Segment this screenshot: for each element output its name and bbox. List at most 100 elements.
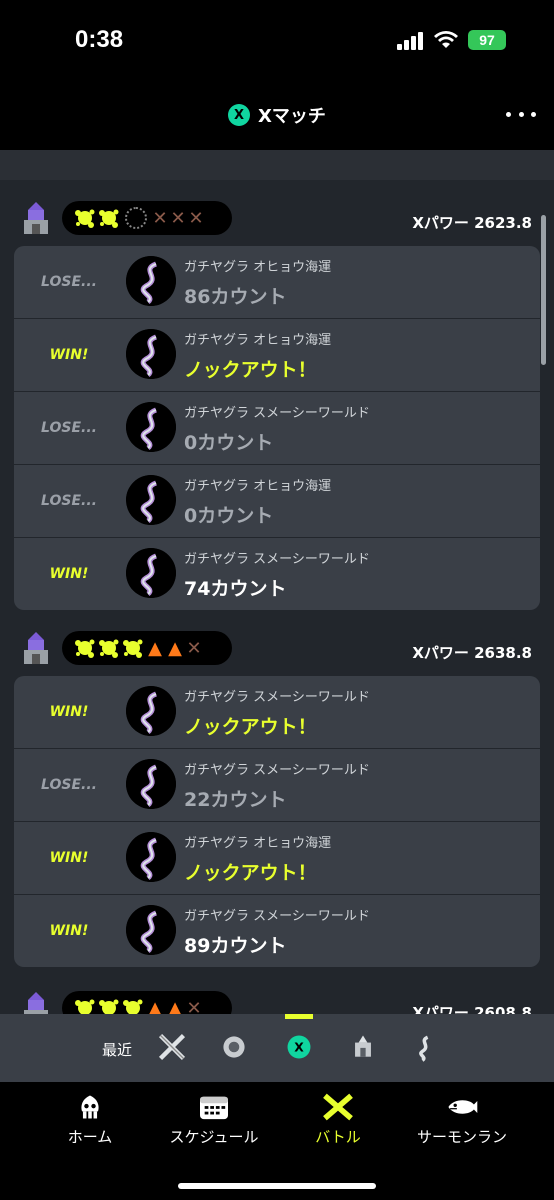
- win-splat-icon: [99, 639, 119, 658]
- match-score: ノックアウト！: [184, 716, 317, 738]
- match-score: 0カウント: [184, 432, 274, 454]
- filter-league-icon[interactable]: [346, 1030, 380, 1064]
- scrollbar[interactable]: [541, 215, 546, 365]
- match-score: 89カウント: [184, 935, 287, 957]
- match-group: ▲ ▲ ✕ Xパワー 2608.8: [0, 988, 554, 1014]
- match-result: WIN!: [49, 704, 89, 720]
- tower-control-icon: [126, 905, 176, 955]
- loss-cross-icon: ✕: [170, 207, 186, 229]
- empty-slot-icon: [125, 207, 147, 229]
- up-arrow-icon: ▲: [148, 637, 162, 659]
- stage-name: ガチヤグラ スメーシーワールド: [184, 909, 370, 924]
- filter-selected-indicator: [285, 1014, 313, 1019]
- tab-schedule-label: スケジュール: [169, 1128, 259, 1146]
- match-group: ✕ ✕ ✕ Xパワー 2623.8 LOSE... ガチヤグラ オヒョウ海運 8…: [0, 198, 554, 610]
- stage-name: ガチヤグラ オヒョウ海運: [184, 836, 332, 851]
- more-options-button[interactable]: [506, 102, 536, 126]
- win-splat-icon: [99, 999, 119, 1014]
- match-row[interactable]: LOSE... ガチヤグラ スメーシーワールド 22カウント: [14, 749, 540, 822]
- match-row[interactable]: LOSE... ガチヤグラ オヒョウ海運 0カウント: [14, 465, 540, 538]
- challenge-progress: ▲ ▲ ✕: [62, 631, 232, 665]
- match-row[interactable]: WIN! ガチヤグラ スメーシーワールド ノックアウト！: [14, 676, 540, 749]
- match-result: WIN!: [49, 923, 89, 939]
- challenge-progress: ▲ ▲ ✕: [62, 991, 232, 1014]
- match-result: WIN!: [49, 347, 89, 363]
- status-time: 0:38: [75, 26, 124, 53]
- filter-xmatch-icon[interactable]: X: [282, 1030, 316, 1064]
- rank-tower-icon: [24, 632, 48, 664]
- match-result: LOSE...: [41, 777, 97, 793]
- tab-battle[interactable]: バトル: [278, 1092, 398, 1152]
- loss-cross-icon: ✕: [186, 997, 202, 1015]
- stage-name: ガチヤグラ オヒョウ海運: [184, 333, 332, 348]
- stage-name: ガチヤグラ スメーシーワールド: [184, 763, 370, 778]
- tower-control-icon: [126, 256, 176, 306]
- tower-control-icon: [126, 329, 176, 379]
- tab-schedule[interactable]: スケジュール: [154, 1092, 274, 1152]
- home-indicator: [178, 1183, 376, 1189]
- match-group-header: ✕ ✕ ✕ Xパワー 2623.8: [0, 198, 554, 242]
- filter-all-battles-icon[interactable]: [155, 1030, 189, 1064]
- match-row[interactable]: LOSE... ガチヤグラ オヒョウ海運 86カウント: [14, 246, 540, 319]
- win-splat-icon: [75, 209, 95, 228]
- filter-label: 最近: [102, 1041, 133, 1059]
- tower-control-icon: [126, 402, 176, 452]
- match-row[interactable]: WIN! ガチヤグラ スメーシーワールド 89カウント: [14, 895, 540, 967]
- xpower-value: Xパワー 2638.8: [412, 644, 532, 662]
- svg-text:X: X: [294, 1040, 304, 1054]
- match-list: WIN! ガチヤグラ スメーシーワールド ノックアウト！ LOSE... ガチヤ…: [14, 676, 540, 967]
- match-row[interactable]: LOSE... ガチヤグラ スメーシーワールド 0カウント: [14, 392, 540, 465]
- filter-bar: 最近 X: [0, 1014, 554, 1082]
- match-row[interactable]: WIN! ガチヤグラ オヒョウ海運 ノックアウト！: [14, 822, 540, 895]
- stage-name: ガチヤグラ オヒョウ海運: [184, 479, 332, 494]
- tab-salmon-run[interactable]: サーモンラン: [402, 1092, 522, 1152]
- squid-icon: [73, 1092, 107, 1122]
- tab-home[interactable]: ホーム: [30, 1092, 150, 1152]
- tab-salmon-run-label: サーモンラン: [416, 1128, 507, 1146]
- challenge-progress: ✕ ✕ ✕: [62, 201, 232, 235]
- xmatch-icon: X: [228, 104, 251, 126]
- up-arrow-icon: ▲: [148, 997, 162, 1015]
- salmon-icon: [445, 1092, 479, 1122]
- tab-home-label: ホーム: [67, 1128, 113, 1146]
- tower-control-icon: [126, 686, 176, 736]
- match-list: LOSE... ガチヤグラ オヒョウ海運 86カウント WIN! ガチヤグラ オ…: [14, 246, 540, 610]
- stage-name: ガチヤグラ スメーシーワールド: [184, 690, 370, 705]
- win-splat-icon: [123, 999, 143, 1014]
- match-group-header: ▲ ▲ ✕ Xパワー 2608.8: [0, 988, 554, 1014]
- xpower-value: Xパワー 2623.8: [412, 214, 532, 232]
- wifi-icon: [434, 31, 458, 48]
- match-score: 0カウント: [184, 505, 274, 527]
- match-row[interactable]: WIN! ガチヤグラ スメーシーワールド 74カウント: [14, 538, 540, 610]
- win-splat-icon: [75, 999, 95, 1014]
- filter-private-icon[interactable]: [408, 1030, 442, 1064]
- tower-control-icon: [126, 475, 176, 525]
- calendar-icon: [197, 1092, 231, 1122]
- rank-tower-icon: [24, 202, 48, 234]
- match-result: LOSE...: [41, 274, 97, 290]
- stage-name: ガチヤグラ スメーシーワールド: [184, 552, 370, 567]
- nav-header: X Xマッチ: [0, 80, 554, 150]
- match-score: 22カウント: [184, 789, 287, 811]
- match-score: ノックアウト！: [184, 359, 317, 381]
- cellular-signal-icon: [397, 32, 425, 50]
- stage-name: ガチヤグラ スメーシーワールド: [184, 406, 370, 421]
- match-score: 74カウント: [184, 578, 287, 600]
- match-result: WIN!: [49, 566, 89, 582]
- battle-history-list[interactable]: ✕ ✕ ✕ Xパワー 2623.8 LOSE... ガチヤグラ オヒョウ海運 8…: [0, 150, 554, 1014]
- filter-anarchy-icon[interactable]: [217, 1030, 251, 1064]
- win-splat-icon: [99, 209, 119, 228]
- loss-cross-icon: ✕: [188, 207, 204, 229]
- page-title: Xマッチ: [258, 106, 326, 127]
- win-splat-icon: [75, 639, 95, 658]
- tower-control-icon: [126, 548, 176, 598]
- up-arrow-icon: ▲: [168, 637, 182, 659]
- match-score: ノックアウト！: [184, 862, 317, 884]
- tower-control-icon: [126, 759, 176, 809]
- stage-name: ガチヤグラ オヒョウ海運: [184, 260, 332, 275]
- status-bar: 0:38 97: [0, 0, 554, 80]
- match-row[interactable]: WIN! ガチヤグラ オヒョウ海運 ノックアウト！: [14, 319, 540, 392]
- battery-indicator: 97: [468, 30, 506, 50]
- tab-battle-label: バトル: [315, 1128, 361, 1146]
- match-result: LOSE...: [41, 420, 97, 436]
